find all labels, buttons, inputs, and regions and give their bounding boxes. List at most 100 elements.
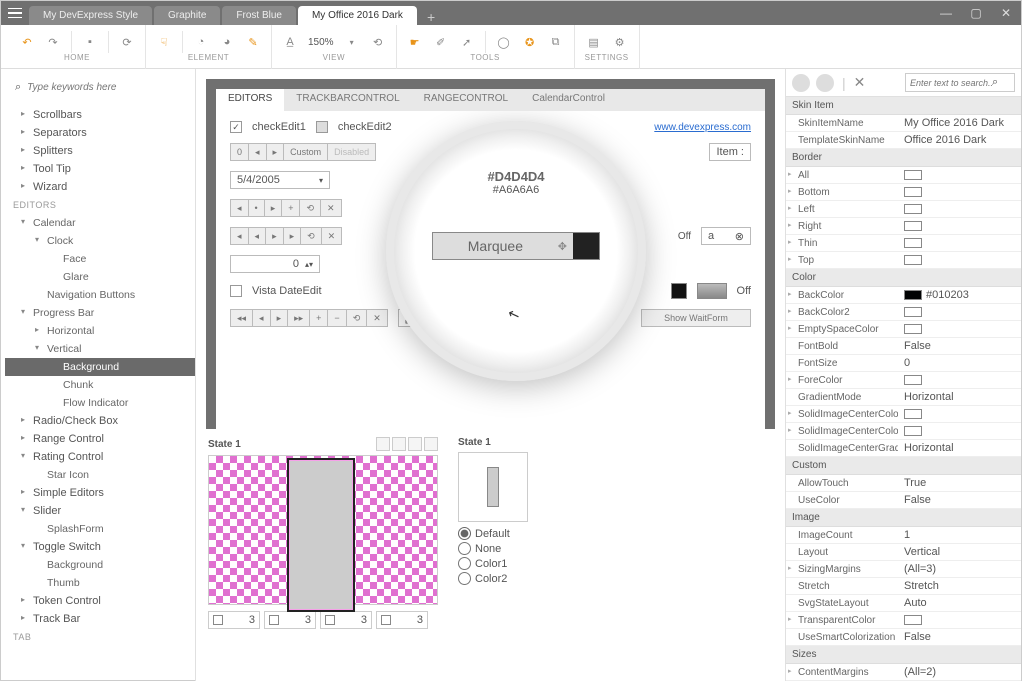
tree-radiocheck[interactable]: ▸Radio/Check Box [5,412,195,430]
nav-strip2[interactable]: ◂◂▸ ▸⟲✕ [230,227,342,245]
tree-tokencontrol[interactable]: ▸Token Control [5,592,195,610]
tree-calendar[interactable]: ▾Calendar [5,214,195,232]
link-devexpress[interactable]: www.devexpress.com [654,122,751,133]
hamburger-icon[interactable] [1,1,29,25]
checkbox2[interactable] [316,121,328,133]
tab-frostblue[interactable]: Frost Blue [222,6,296,25]
gear-icon[interactable]: ⚙ [612,34,628,50]
prop-group[interactable]: Custom [786,457,1021,475]
pointer-icon[interactable]: ☟ [156,34,172,50]
search-icon[interactable]: ⌕ [992,76,998,89]
radio-color1[interactable]: Color1 [458,556,528,571]
spin-strip[interactable]: 0◂▸ Custom Disabled [230,143,376,161]
pvtab-calendar[interactable]: CalendarControl [520,89,617,111]
prop-row[interactable]: SkinItemNameMy Office 2016 Dark [786,115,1021,132]
color-swatch-black[interactable] [671,283,687,299]
prop-row[interactable]: ▸SizingMargins(All=3) [786,561,1021,578]
hand-icon[interactable]: ☛ [407,34,423,50]
prop-row[interactable]: ▸SolidImageCenterColor [786,406,1021,423]
tree-separators[interactable]: ▸Separators [5,124,195,142]
prop-row[interactable]: ▸BackColor2 [786,304,1021,321]
maximize-icon[interactable]: ▢ [961,1,991,25]
tree-ts-thumb[interactable]: Thumb [5,574,195,592]
prop-row[interactable]: SvgStateLayoutAuto [786,595,1021,612]
undo-icon[interactable]: ↶ [19,34,35,50]
tree-rangecontrol[interactable]: ▸Range Control [5,430,195,448]
prop-row[interactable]: ▸Thin [786,235,1021,252]
tab-office2016dark[interactable]: My Office 2016 Dark [298,6,417,25]
tree-background[interactable]: Background [5,358,195,376]
font-icon[interactable]: A̲ [282,34,298,50]
a-box[interactable]: a⊗ [701,227,751,245]
waitform-button[interactable]: Show WaitForm [641,309,751,327]
reset-icon[interactable]: ⟲ [370,34,386,50]
tree-search-input[interactable] [27,82,181,93]
tree-staricon[interactable]: Star Icon [5,466,195,484]
tree-progressbar[interactable]: ▾Progress Bar [5,304,195,322]
pvtab-editors[interactable]: EDITORS [216,89,284,111]
search-icon[interactable]: ✪ [522,34,538,50]
prop-row[interactable]: ▸All [786,167,1021,184]
world-button[interactable] [816,74,834,92]
tab-mystyle[interactable]: My DevExpress Style [29,6,152,25]
prop-row[interactable]: StretchStretch [786,578,1021,595]
tree-simpleeditors[interactable]: ▸Simple Editors [5,484,195,502]
refresh-icon[interactable]: ⟳ [119,34,135,50]
pvtab-range[interactable]: RANGECONTROL [412,89,520,111]
item-box[interactable]: Item : [709,143,751,161]
view-rows-icon[interactable] [408,437,422,451]
tree-face[interactable]: Face [5,250,195,268]
tree-toggleswitch[interactable]: ▾Toggle Switch [5,538,195,556]
tree-splashform[interactable]: SplashForm [5,520,195,538]
brush3-icon[interactable]: ✎ [245,34,261,50]
tab-add[interactable]: + [419,9,443,25]
tree-splitters[interactable]: ▸Splitters [5,142,195,160]
margin-top[interactable]: 3 [320,611,372,629]
margin-right[interactable]: 3 [264,611,316,629]
prop-group[interactable]: Border [786,149,1021,167]
zoom-value[interactable]: 150% [308,37,334,48]
margin-left[interactable]: 3 [208,611,260,629]
tree-glare[interactable]: Glare [5,268,195,286]
prop-row[interactable]: ▸BackColor#010203 [786,287,1021,304]
tree-ratingcontrol[interactable]: ▾Rating Control [5,448,195,466]
checkbox1[interactable]: ✓ [230,121,242,133]
view-grid-icon[interactable] [376,437,390,451]
tree-chunk[interactable]: Chunk [5,376,195,394]
state1-canvas[interactable] [208,455,438,605]
view-diag-icon[interactable] [392,437,406,451]
prop-group[interactable]: Sizes [786,646,1021,664]
prop-row[interactable]: FontBoldFalse [786,338,1021,355]
prop-row[interactable]: ▸ForeColor [786,372,1021,389]
prop-group[interactable]: Image [786,509,1021,527]
date-input[interactable]: 5/4/2005▾ [230,171,330,189]
prop-row[interactable]: UseColorFalse [786,492,1021,509]
radio-none[interactable]: None [458,541,528,556]
prop-row[interactable]: ▸Right [786,218,1021,235]
prop-row[interactable]: ▸Left [786,201,1021,218]
tree-scrollbars[interactable]: ▸Scrollbars [5,106,195,124]
circle-icon[interactable]: ◯ [496,34,512,50]
state1-thumb[interactable] [458,452,528,522]
prop-search-input[interactable] [910,78,992,88]
copy-icon[interactable]: ⧉ [548,34,564,50]
save-icon[interactable]: ▪ [82,34,98,50]
tree-vertical[interactable]: ▾Vertical [5,340,195,358]
marquee-bar[interactable]: Marquee ✥ [432,232,600,260]
prop-row[interactable]: UseSmartColorizationFalse [786,629,1021,646]
palette-button[interactable] [792,74,810,92]
prop-row[interactable]: ImageCount1 [786,527,1021,544]
prop-group[interactable]: Skin Item [786,97,1021,115]
tree-clock[interactable]: ▾Clock [5,232,195,250]
nav-strip[interactable]: ◂•▸ +⟲✕ [230,199,342,217]
progress-bar-preview[interactable] [287,458,355,612]
prop-row[interactable]: ▸Top [786,252,1021,269]
pvtab-trackbar[interactable]: TRACKBARCONTROL [284,89,411,111]
tree-navbuttons[interactable]: Navigation Buttons [5,286,195,304]
radio-default[interactable]: Default [458,526,528,541]
minimize-icon[interactable]: — [931,1,961,25]
view-cols-icon[interactable] [424,437,438,451]
tree-flowindicator[interactable]: Flow Indicator [5,394,195,412]
prop-row[interactable]: FontSize0 [786,355,1021,372]
prop-row[interactable]: ▸SolidImageCenterColor2 [786,423,1021,440]
